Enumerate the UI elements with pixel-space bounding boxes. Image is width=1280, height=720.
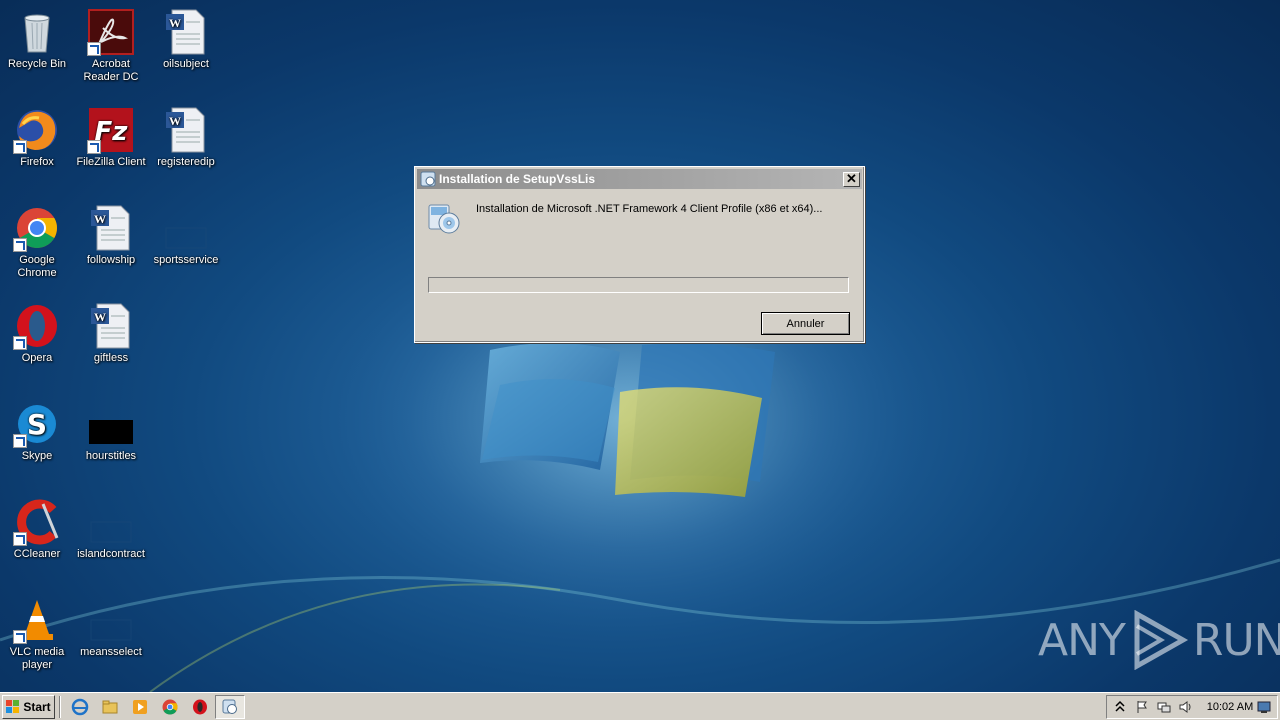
desktop-icon-giftless[interactable]: W giftless: [74, 302, 148, 365]
desktop-icon-firefox[interactable]: Firefox: [0, 106, 74, 169]
desktop-icon-label: Skype: [21, 450, 53, 462]
shortcut-arrow-icon: [13, 434, 27, 448]
watermark-left: ANY: [1038, 614, 1126, 666]
desktop-icon-label: meansselect: [80, 646, 142, 658]
opera-icon: [193, 699, 207, 714]
svg-text:S: S: [27, 408, 47, 441]
desktop-icon-skype[interactable]: S Skype: [0, 400, 74, 463]
play-logo-icon: [1134, 610, 1188, 670]
desktop-icon-label: Opera: [21, 352, 53, 364]
dialog-titlebar[interactable]: Installation de SetupVssLis ✕: [417, 169, 862, 189]
media-player-icon: [133, 699, 147, 714]
word-document-icon: W: [91, 205, 130, 251]
status-message: Installation de Microsoft .NET Framework…: [476, 203, 823, 215]
desktop-icon-hourstitles[interactable]: hourstitles: [74, 400, 148, 463]
desktop-icon-meansselect[interactable]: meansselect: [74, 596, 148, 659]
desktop-icon-filezilla[interactable]: Fz FileZilla Client: [74, 106, 148, 169]
desktop-icon-sportsservice[interactable]: sportsservice: [149, 204, 223, 267]
desktop-icon-label: giftless: [93, 352, 129, 364]
taskbar-opera[interactable]: [185, 695, 215, 719]
desktop-wallpaper: [0, 0, 1280, 692]
install-progress-bar: [428, 277, 849, 293]
desktop-icon-label: followship: [86, 254, 136, 266]
watermark-right: RUN: [1192, 614, 1280, 666]
desktop-icon-ccleaner[interactable]: CCleaner: [0, 498, 74, 561]
quick-launch: [65, 694, 245, 719]
taskbar-ie[interactable]: [65, 695, 95, 719]
taskbar-setup[interactable]: [215, 694, 245, 719]
taskbar-explorer[interactable]: [95, 695, 125, 719]
shortcut-arrow-icon: [13, 532, 27, 546]
desktop-icon-label: FileZilla Client: [76, 156, 146, 168]
shortcut-arrow-icon: [87, 140, 101, 154]
desktop-icon-recycle-bin[interactable]: Recycle Bin: [0, 8, 74, 71]
show-hidden-icons-icon[interactable]: [1113, 700, 1127, 714]
desktop-icon-label: CCleaner: [13, 548, 61, 560]
setup-icon: [420, 171, 436, 187]
close-button[interactable]: ✕: [843, 171, 860, 187]
desktop-icon-label: islandcontract: [77, 548, 145, 560]
desktop-icon-oilsubject[interactable]: W oilsubject: [149, 8, 223, 71]
word-document-icon: W: [91, 303, 130, 349]
desktop-icon-label: oilsubject: [163, 58, 209, 70]
desktop-icon-registeredip[interactable]: W registeredip: [149, 106, 223, 169]
ie-icon: [71, 698, 89, 715]
desktop-icon-acrobat-reader[interactable]: Acrobat Reader DC: [74, 8, 148, 84]
desktop-icon-label: registeredip: [157, 156, 215, 168]
start-label: Start: [23, 699, 51, 714]
desktop-icon-label: sportsservice: [153, 254, 219, 266]
chrome-icon: [162, 699, 178, 714]
desktop-icon-label: Google Chrome: [17, 254, 57, 279]
taskbar: Start 10:02 AM: [0, 692, 1280, 720]
desktop-icon-opera[interactable]: Opera: [0, 302, 74, 365]
anyrun-watermark: ANY RUN: [1038, 608, 1280, 672]
volume-icon[interactable]: [1179, 700, 1193, 714]
blank-file-icon: [165, 227, 207, 249]
taskbar-separator: [59, 695, 61, 718]
svg-text:W: W: [94, 310, 106, 324]
desktop-icon-label: Acrobat Reader DC: [83, 58, 139, 83]
blank-file-icon: [90, 521, 132, 543]
explorer-icon: [102, 700, 118, 713]
system-tray: 10:02 AM: [1106, 695, 1278, 719]
word-document-icon: W: [166, 107, 205, 153]
recycle-bin-icon: [24, 14, 50, 53]
dialog-title: Installation de SetupVssLis: [439, 172, 596, 186]
shortcut-arrow-icon: [13, 140, 27, 154]
network-icon[interactable]: [1157, 700, 1171, 714]
shortcut-arrow-icon: [13, 630, 27, 644]
blank-file-icon: [90, 619, 132, 641]
taskbar-media-player[interactable]: [125, 695, 155, 719]
windows-logo-icon: [6, 699, 20, 713]
desktop-icon-label: Firefox: [20, 156, 54, 168]
show-desktop-icon[interactable]: [1257, 700, 1271, 714]
svg-text:W: W: [169, 114, 181, 128]
setup-icon: [222, 699, 237, 714]
desktop-icon-followship[interactable]: W followship: [74, 204, 148, 267]
shortcut-arrow-icon: [87, 42, 101, 56]
svg-text:W: W: [169, 16, 181, 30]
start-button[interactable]: Start: [2, 694, 55, 719]
installer-package-icon: [428, 204, 460, 234]
svg-text:W: W: [94, 212, 106, 226]
action-center-flag-icon[interactable]: [1135, 700, 1149, 714]
desktop-icon-islandcontract[interactable]: islandcontract: [74, 498, 148, 561]
desktop-icon-label: Recycle Bin: [7, 58, 67, 70]
shortcut-arrow-icon: [13, 336, 27, 350]
word-document-icon: W: [166, 9, 205, 55]
black-file-icon: [89, 420, 133, 444]
taskbar-clock[interactable]: 10:02 AM: [1207, 701, 1253, 713]
cancel-button[interactable]: Annuler: [761, 312, 850, 335]
taskbar-chrome[interactable]: [155, 695, 185, 719]
desktop-icon-label: VLC media player: [9, 646, 65, 671]
setup-dialog: Installation de SetupVssLis ✕ Installati…: [414, 166, 865, 343]
desktop-icon-vlc[interactable]: VLC media player: [0, 596, 74, 672]
shortcut-arrow-icon: [13, 238, 27, 252]
desktop-icon-label: hourstitles: [85, 450, 137, 462]
desktop-icon-google-chrome[interactable]: Google Chrome: [0, 204, 74, 280]
